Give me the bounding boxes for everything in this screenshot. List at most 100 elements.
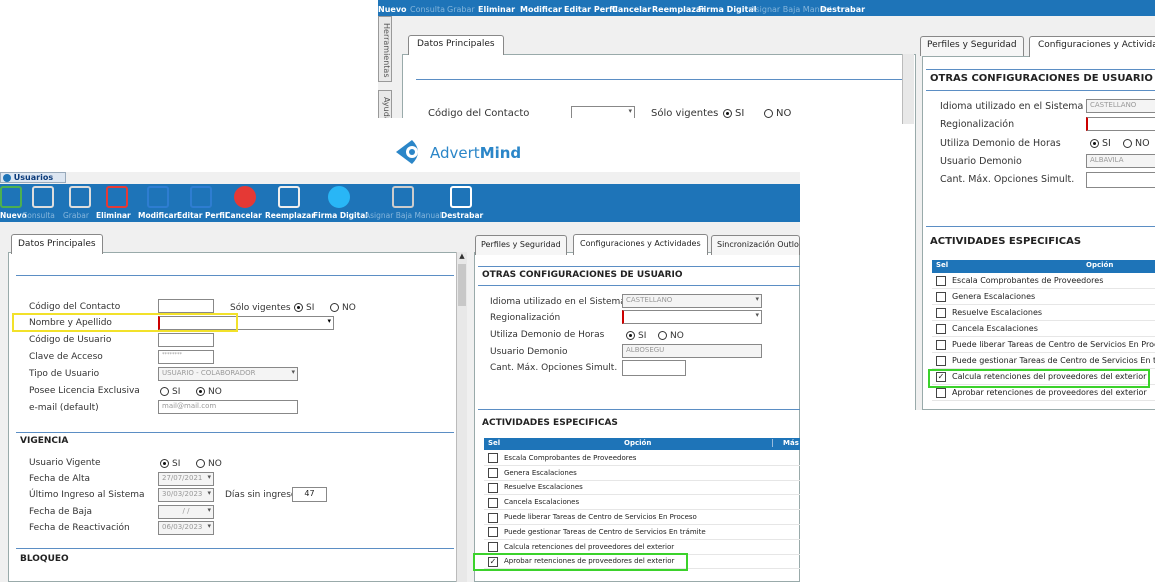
radio-licencia-no[interactable]: NO — [196, 387, 222, 397]
actividad-row[interactable]: Genera Escalaciones — [932, 289, 1155, 305]
codigo-contacto-input[interactable] — [158, 299, 214, 313]
label-tipo-usuario: Tipo de Usuario — [29, 369, 100, 379]
clave-input[interactable]: ******** — [158, 350, 214, 364]
fecha-reactivacion-input[interactable]: 06/03/2023 ▾ — [158, 521, 214, 535]
destrabar-button[interactable]: Destrabar — [441, 211, 483, 220]
left-scrollbar[interactable]: ▲ — [456, 252, 467, 582]
row-checkbox[interactable] — [488, 542, 498, 553]
window-app-icon — [3, 173, 11, 182]
fecha-alta-input[interactable]: 27/07/2021 ▾ — [158, 472, 214, 486]
cant-max-input[interactable] — [622, 360, 686, 376]
side-tab-herramientas[interactable]: Herramientas — [378, 16, 392, 82]
idioma-select[interactable]: CASTELLANO ▾ — [622, 294, 762, 308]
destrabar-button[interactable]: Destrabar — [820, 5, 865, 14]
tab-perfiles-seguridad[interactable]: Perfiles y Seguridad — [475, 235, 567, 255]
actividad-row[interactable]: Puede gestionar Tareas de Centro de Serv… — [484, 525, 800, 540]
consulta-button[interactable]: Consulta — [410, 5, 445, 14]
dias-sin-ingreso-input[interactable]: 47 — [292, 487, 327, 502]
editar-perfil-button[interactable]: Editar Perfil — [177, 211, 227, 220]
row-checkbox[interactable] — [488, 497, 498, 508]
row-checkbox[interactable] — [936, 276, 946, 286]
radio-vigente-no[interactable]: NO — [196, 459, 222, 469]
row-checkbox[interactable] — [488, 527, 498, 538]
row-checkbox[interactable] — [936, 324, 946, 334]
row-checkbox[interactable] — [488, 453, 498, 464]
back-radio-demonio-no[interactable]: NO — [1123, 138, 1150, 149]
label-demonio-horas: Utiliza Demonio de Horas — [490, 330, 605, 340]
row-checkbox[interactable] — [936, 308, 946, 318]
radio-licencia-si[interactable]: SI — [160, 387, 180, 397]
back-tab-configuraciones[interactable]: Configuraciones y Actividades — [1029, 36, 1155, 57]
actividad-row[interactable]: Genera Escalaciones — [484, 466, 800, 481]
usuarios-window: Usuarios Nuevo Consulta Grabar Eliminar Modi… — [0, 172, 800, 582]
grabar-button[interactable]: Grabar — [63, 211, 89, 220]
cancelar-button[interactable]: Cancelar — [612, 5, 651, 14]
actividad-row[interactable]: Escala Comprobantes de Proveedores — [484, 451, 800, 466]
radio-vigente-si[interactable]: SI — [160, 459, 180, 469]
actividad-row[interactable]: Cancela Escalaciones — [484, 495, 800, 511]
grabar-button[interactable]: Grabar — [447, 5, 475, 14]
radio-solo-vigentes-no[interactable]: NO — [330, 303, 356, 313]
email-input[interactable]: mail@mail.com — [158, 400, 298, 414]
radio-solo-vigentes-si[interactable]: SI — [294, 303, 314, 313]
consulta-button[interactable]: Consulta — [22, 211, 55, 220]
modificar-button[interactable]: Modificar — [520, 5, 562, 14]
row-checkbox[interactable] — [488, 468, 498, 479]
chevron-down-icon: ▾ — [755, 311, 759, 319]
tab-configuraciones-actividades[interactable]: Configuraciones y Actividades — [573, 234, 708, 255]
firma-digital-button[interactable]: Firma Digital — [698, 5, 757, 14]
label-licencia: Posee Licencia Exclusiva — [29, 386, 140, 396]
actividad-row[interactable]: Puede gestionar Tareas de Centro de Serv… — [932, 353, 1155, 369]
codigo-usuario-input[interactable] — [158, 333, 214, 347]
eliminar-button[interactable]: Eliminar — [478, 5, 515, 14]
eliminar-button[interactable]: Eliminar — [96, 211, 131, 220]
label-idioma: Idioma utilizado en el Sistema — [490, 297, 626, 307]
asignar-baja-manual-button[interactable]: Asignar Baja Manual — [365, 211, 442, 220]
tab-datos-principales[interactable]: Datos Principales — [11, 234, 103, 254]
fecha-baja-input[interactable]: / / ▾ — [158, 505, 214, 519]
usuario-demonio-input[interactable]: ALBOSEGU — [622, 344, 762, 358]
radio-demonio-no[interactable]: NO — [658, 331, 684, 341]
row-checkbox[interactable] — [488, 512, 498, 523]
actividad-row[interactable]: Cancela Escalaciones — [932, 321, 1155, 337]
label-clave: Clave de Acceso — [29, 352, 103, 362]
tab-sincronizacion-outlook[interactable]: Sincronización Outlook — [711, 235, 800, 255]
back-radio-demonio-si[interactable]: SI — [1090, 138, 1111, 149]
cancelar-button[interactable]: Cancelar — [225, 211, 262, 220]
firma-digital-button[interactable]: Firma Digital — [313, 211, 368, 220]
scroll-up-icon[interactable]: ▲ — [457, 252, 467, 260]
ultimo-ingreso-input[interactable]: 30/03/2023 ▾ — [158, 488, 214, 502]
actividad-row[interactable]: Resuelve Escalaciones — [932, 305, 1155, 321]
back-left-scrollbar[interactable] — [902, 54, 914, 124]
editar-perfil-button[interactable]: Editar Perfil — [564, 5, 618, 14]
back-label-demonio: Utiliza Demonio de Horas — [940, 138, 1061, 149]
radio-selected-icon — [723, 108, 732, 118]
actividad-row[interactable]: Puede liberar Tareas de Centro de Servic… — [932, 337, 1155, 353]
tipo-usuario-select[interactable]: USUARIO - COLABORADOR ▾ — [158, 367, 298, 381]
back-idioma-select[interactable]: CASTELLANO — [1086, 99, 1155, 113]
regionalizacion-select[interactable]: ▾ — [622, 310, 762, 324]
row-checkbox[interactable] — [936, 356, 946, 366]
scroll-thumb[interactable] — [458, 264, 466, 306]
row-checkbox[interactable] — [936, 292, 946, 302]
radio-demonio-si[interactable]: SI — [626, 331, 646, 341]
reemplazar-button[interactable]: Reemplazar — [265, 211, 315, 220]
back-label-usuario-demonio: Usuario Demonio — [940, 156, 1022, 167]
back-usuario-demonio-input[interactable]: ALBAVILA — [1086, 154, 1155, 168]
back-regional-select[interactable] — [1086, 117, 1155, 131]
row-checkbox[interactable] — [936, 388, 946, 398]
back-tab-datos-principales[interactable]: Datos Principales — [408, 35, 504, 55]
actividad-row[interactable]: Escala Comprobantes de Proveedores — [932, 273, 1155, 289]
nuevo-button[interactable]: Nuevo — [378, 5, 407, 14]
label-codigo-usuario: Código de Usuario — [29, 335, 112, 345]
actividad-row[interactable]: Puede liberar Tareas de Centro de Servic… — [484, 510, 800, 525]
modificar-button[interactable]: Modificar — [138, 211, 177, 220]
row-checkbox[interactable] — [488, 482, 498, 493]
actividad-row[interactable]: Resuelve Escalaciones — [484, 481, 800, 496]
radio-selected-icon — [294, 303, 303, 312]
back-label-idioma: Idioma utilizado en el Sistema — [940, 101, 1084, 112]
back-tab-perfiles[interactable]: Perfiles y Seguridad — [920, 36, 1024, 56]
back-cant-max-input[interactable] — [1086, 172, 1155, 188]
label-email: e-mail (default) — [29, 403, 99, 413]
row-checkbox[interactable] — [936, 340, 946, 350]
